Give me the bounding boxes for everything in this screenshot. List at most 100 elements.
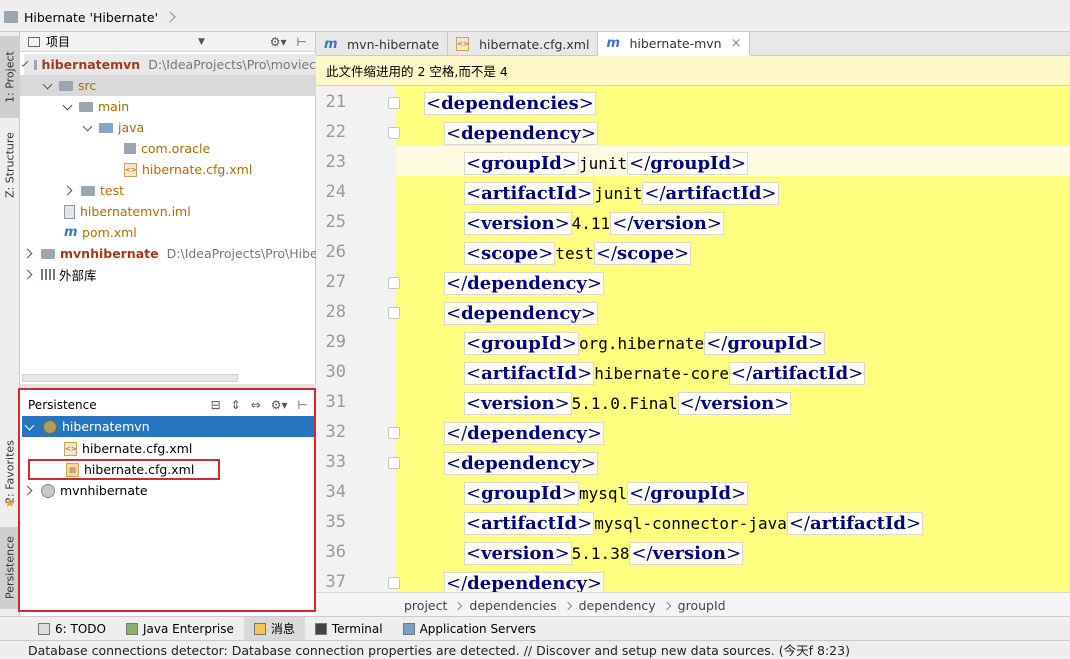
window-title[interactable]: Hibernate 'Hibernate' <box>24 10 158 25</box>
code-line[interactable]: <groupId> mysql </groupId> <box>464 478 749 508</box>
angle-bracket: > <box>586 572 602 593</box>
fold-marker-icon[interactable] <box>388 97 400 109</box>
close-tag: </artifactId> <box>642 181 779 205</box>
breadcrumb-dependency[interactable]: dependency <box>579 598 656 613</box>
tree-item-hibernate-cfg[interactable]: <> hibernate.cfg.xml <box>124 159 252 180</box>
horizontal-scrollbar[interactable] <box>22 374 238 382</box>
expand-icon[interactable] <box>21 59 29 67</box>
breadcrumb-project[interactable]: project <box>404 598 447 613</box>
dropdown-arrow-icon[interactable]: ▼ <box>198 37 205 47</box>
code-line[interactable]: <version> 4.11 </version> <box>464 208 724 238</box>
tool-tab-todo[interactable]: 6: TODO <box>28 617 116 641</box>
tab-hibernate-cfg[interactable]: <> hibernate.cfg.xml <box>448 32 599 56</box>
expand-icon[interactable] <box>82 121 93 131</box>
fold-marker-icon[interactable] <box>388 307 400 319</box>
star-icon: ★ <box>4 496 16 511</box>
code-line[interactable]: <artifactId> junit </artifactId> <box>464 178 779 208</box>
angle-bracket: < <box>466 362 482 384</box>
iml-file-icon <box>64 204 75 219</box>
tree-item-external-libs[interactable]: 外部库 <box>22 264 97 285</box>
tree-item-src[interactable]: src <box>20 75 316 96</box>
fold-marker-icon[interactable] <box>388 457 400 469</box>
collapse-icon[interactable] <box>22 269 33 280</box>
code-line[interactable]: </dependency> <box>444 568 604 592</box>
close-tag: </version> <box>677 391 792 415</box>
fold-marker-icon[interactable] <box>388 127 400 139</box>
status-text[interactable]: Database connections detector: Database … <box>28 640 850 659</box>
code-line[interactable]: </dependency> <box>444 268 604 298</box>
code-line[interactable]: <scope> test </scope> <box>464 238 692 268</box>
fold-marker-icon[interactable] <box>388 577 400 589</box>
close-tag: </groupId> <box>627 481 749 505</box>
tree-item-label: 外部库 <box>59 268 97 283</box>
angle-bracket: </ <box>629 152 651 174</box>
breadcrumb-groupid[interactable]: groupId <box>678 598 726 613</box>
panel-tools: ⚙▾ ⊢ <box>270 35 307 49</box>
tag-name: artifactId <box>481 182 578 204</box>
tool-tab-project-label: 1: Project <box>3 51 17 103</box>
tool-tab-terminal[interactable]: Terminal <box>305 617 393 641</box>
settings-icon[interactable]: ⚙▾ <box>270 35 287 49</box>
code-line[interactable]: <dependency> <box>444 448 598 478</box>
tree-item-com-oracle[interactable]: com.oracle <box>124 138 210 159</box>
code-line[interactable]: <dependency> <box>444 298 598 328</box>
tool-tab-messages[interactable]: 消息 <box>243 616 305 641</box>
tab-label: Java Enterprise <box>142 621 234 636</box>
fold-marker-icon[interactable] <box>388 277 400 289</box>
expand-icon[interactable] <box>62 100 73 110</box>
tree-item-main[interactable]: main <box>62 96 129 117</box>
code-line[interactable]: <groupId> org.hibernate </groupId> <box>464 328 826 358</box>
code-line[interactable]: <version> 5.1.0.Final </version> <box>464 388 792 418</box>
tree-item-hibernatemvn[interactable]: hibernatemvn D:\IdeaProjects\Pro\moviec <box>21 54 316 75</box>
code-line[interactable]: </dependency> <box>444 418 604 448</box>
code-line[interactable]: <dependency> <box>444 118 598 148</box>
line-number: 34 <box>325 482 346 502</box>
close-tag: </version> <box>629 541 744 565</box>
maven-icon: m <box>606 35 620 51</box>
line-number: 21 <box>325 92 346 112</box>
code-line[interactable]: <groupId> junit </groupId> <box>464 148 749 178</box>
todo-icon <box>38 622 50 635</box>
close-tag: </dependency> <box>444 571 604 593</box>
angle-bracket: > <box>577 362 593 384</box>
collapse-icon[interactable] <box>62 185 73 196</box>
folder-icon <box>79 101 93 112</box>
code-line[interactable]: <version> 5.1.38 </version> <box>464 538 744 568</box>
tab-label: hibernate.cfg.xml <box>479 36 590 52</box>
package-icon <box>124 143 136 154</box>
tool-tab-project[interactable]: 1: Project <box>0 36 20 118</box>
code-editor[interactable]: 21 22 23 24 25 26 27 28 29 30 31 32 33 34 35 36 37 <depe… <box>316 86 1070 592</box>
angle-bracket: </ <box>446 422 468 444</box>
hide-icon[interactable]: ⊢ <box>297 35 307 49</box>
project-view-selector[interactable]: 项目 <box>46 33 70 50</box>
module-icon <box>41 248 55 259</box>
breadcrumb[interactable]: Hibernate 'Hibernate' <box>4 7 176 27</box>
expand-icon[interactable] <box>42 79 53 89</box>
code-line[interactable]: <dependencies> <box>424 88 596 118</box>
tool-tab-java-enterprise[interactable]: Java Enterprise <box>116 617 244 641</box>
angle-bracket: > <box>554 392 570 414</box>
chevron-right-icon <box>662 601 671 610</box>
tree-item-iml[interactable]: hibernatemvn.iml <box>64 201 191 222</box>
code-line[interactable]: <artifactId> mysql-connector-java </artifa… <box>464 508 924 538</box>
tree-item-mvnhibernate[interactable]: mvnhibernate D:\IdeaProjects\Pro\Hiberna <box>22 243 338 264</box>
tag-name: version <box>481 392 555 414</box>
close-icon[interactable]: × <box>731 36 742 51</box>
tag-name: artifactId <box>481 362 578 384</box>
angle-bracket: > <box>580 122 596 144</box>
tool-tab-app-servers[interactable]: Application Servers <box>393 617 546 641</box>
fold-marker-icon[interactable] <box>388 427 400 439</box>
tree-item-pom[interactable]: m pom.xml <box>64 222 137 243</box>
tree-item-test[interactable]: test <box>62 180 124 201</box>
open-tag: <dependencies> <box>424 91 596 115</box>
tool-tab-persistence[interactable]: Persistence <box>0 527 20 609</box>
tool-tab-structure[interactable]: Z: Structure <box>0 124 20 206</box>
tree-item-java[interactable]: java <box>82 117 144 138</box>
collapse-icon[interactable] <box>22 248 33 259</box>
line-number: 30 <box>325 362 346 382</box>
tag-name: version <box>700 392 775 414</box>
tab-hibernate-mvn[interactable]: m hibernate-mvn × <box>598 32 751 56</box>
tab-mvn-hibernate[interactable]: m mvn-hibernate <box>316 32 449 56</box>
breadcrumb-dependencies[interactable]: dependencies <box>469 598 556 613</box>
code-line[interactable]: <artifactId> hibernate-core </artifactId> <box>464 358 866 388</box>
